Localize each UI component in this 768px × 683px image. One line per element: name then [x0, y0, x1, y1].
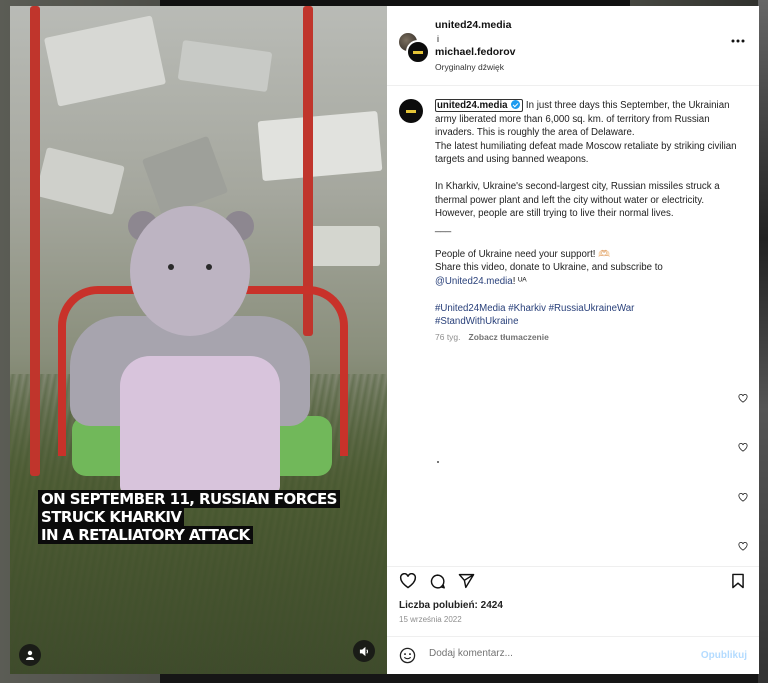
video-frame-detail: [35, 147, 125, 215]
comment-icon[interactable]: [429, 573, 446, 590]
heart-icon[interactable]: [738, 542, 748, 551]
mention-link[interactable]: @United24.media: [435, 276, 513, 287]
video-frame-detail: [310, 226, 380, 266]
post-actions: [387, 566, 759, 594]
tagged-users-button[interactable]: [19, 644, 41, 666]
video-frame-detail: [43, 15, 167, 107]
audio-link[interactable]: Oryginalny dźwięk: [435, 61, 516, 75]
likes-count[interactable]: Liczba polubień: 2424: [399, 600, 503, 611]
teddy-bear: [130, 206, 250, 336]
video-frame-detail: [141, 135, 229, 217]
swing-rope: [30, 6, 40, 476]
loading-dot: [437, 461, 439, 463]
collab-separator: i: [437, 33, 439, 44]
caption-username[interactable]: united24.media: [437, 100, 508, 111]
post-date: 15 września 2022: [399, 615, 462, 624]
bookmark-icon[interactable]: [731, 573, 745, 589]
post-modal: ON SEPTEMBER 11, RUSSIAN FORCES STRUCK K…: [10, 6, 759, 674]
mention-suffix: ! ᵁᴬ: [512, 275, 527, 287]
post-details-panel: united24.media i michael.fedorov Orygina…: [387, 6, 759, 674]
avatar[interactable]: [399, 99, 423, 123]
teddy-bear: [120, 356, 280, 496]
post-authors: united24.media i michael.fedorov Orygina…: [435, 19, 516, 74]
video-caption-line: ON SEPTEMBER 11, RUSSIAN FORCES: [38, 490, 340, 508]
video-caption-line: IN A RETALIATORY ATTACK: [38, 526, 253, 544]
caption-author-link[interactable]: united24.media: [435, 99, 524, 112]
teddy-bear: [168, 264, 174, 270]
heart-icon[interactable]: [738, 443, 748, 452]
add-comment-bar: Opublikuj: [387, 636, 759, 674]
teddy-bear: [206, 264, 212, 270]
see-translation-link[interactable]: Zobacz tłumaczenie: [469, 332, 549, 342]
hashtag-links[interactable]: #United24Media #Kharkiv #RussiaUkraineWa…: [435, 303, 634, 328]
publish-button[interactable]: Opublikuj: [701, 650, 747, 661]
more-icon[interactable]: [731, 39, 745, 43]
video-player[interactable]: ON SEPTEMBER 11, RUSSIAN FORCES STRUCK K…: [10, 6, 387, 674]
caption-text: united24.media In just three days this S…: [435, 99, 745, 329]
video-frame-detail: [177, 39, 273, 93]
backdrop-strip: [160, 673, 760, 683]
sound-toggle-button[interactable]: [353, 640, 375, 662]
heart-icon[interactable]: [738, 493, 748, 502]
verified-icon: [511, 100, 521, 109]
author-avatars[interactable]: [398, 32, 430, 64]
avatar[interactable]: [406, 40, 430, 64]
video-caption: ON SEPTEMBER 11, RUSSIAN FORCES STRUCK K…: [38, 490, 340, 544]
share-icon[interactable]: [458, 573, 475, 589]
comments-area[interactable]: united24.media In just three days this S…: [387, 87, 759, 557]
comment-input[interactable]: [429, 648, 679, 659]
caption-meta: 76 tyg. Zobacz tłumaczenie: [435, 332, 549, 342]
caption-body: In just three days this September, the U…: [435, 100, 737, 273]
post-age: 76 tyg.: [435, 332, 461, 342]
coauthor-link[interactable]: michael.fedorov: [435, 46, 516, 60]
video-frame-detail: [257, 110, 383, 182]
user-tag-icon: [26, 650, 34, 660]
post-header: united24.media i michael.fedorov Orygina…: [387, 6, 759, 86]
video-caption-line: STRUCK KHARKIV: [38, 508, 185, 526]
author-link[interactable]: united24.media: [435, 19, 516, 33]
heart-icon[interactable]: [738, 394, 748, 403]
heart-icon[interactable]: [399, 573, 417, 589]
backdrop-side: [758, 0, 768, 683]
sound-icon: [359, 646, 368, 656]
emoji-icon[interactable]: [399, 647, 416, 664]
